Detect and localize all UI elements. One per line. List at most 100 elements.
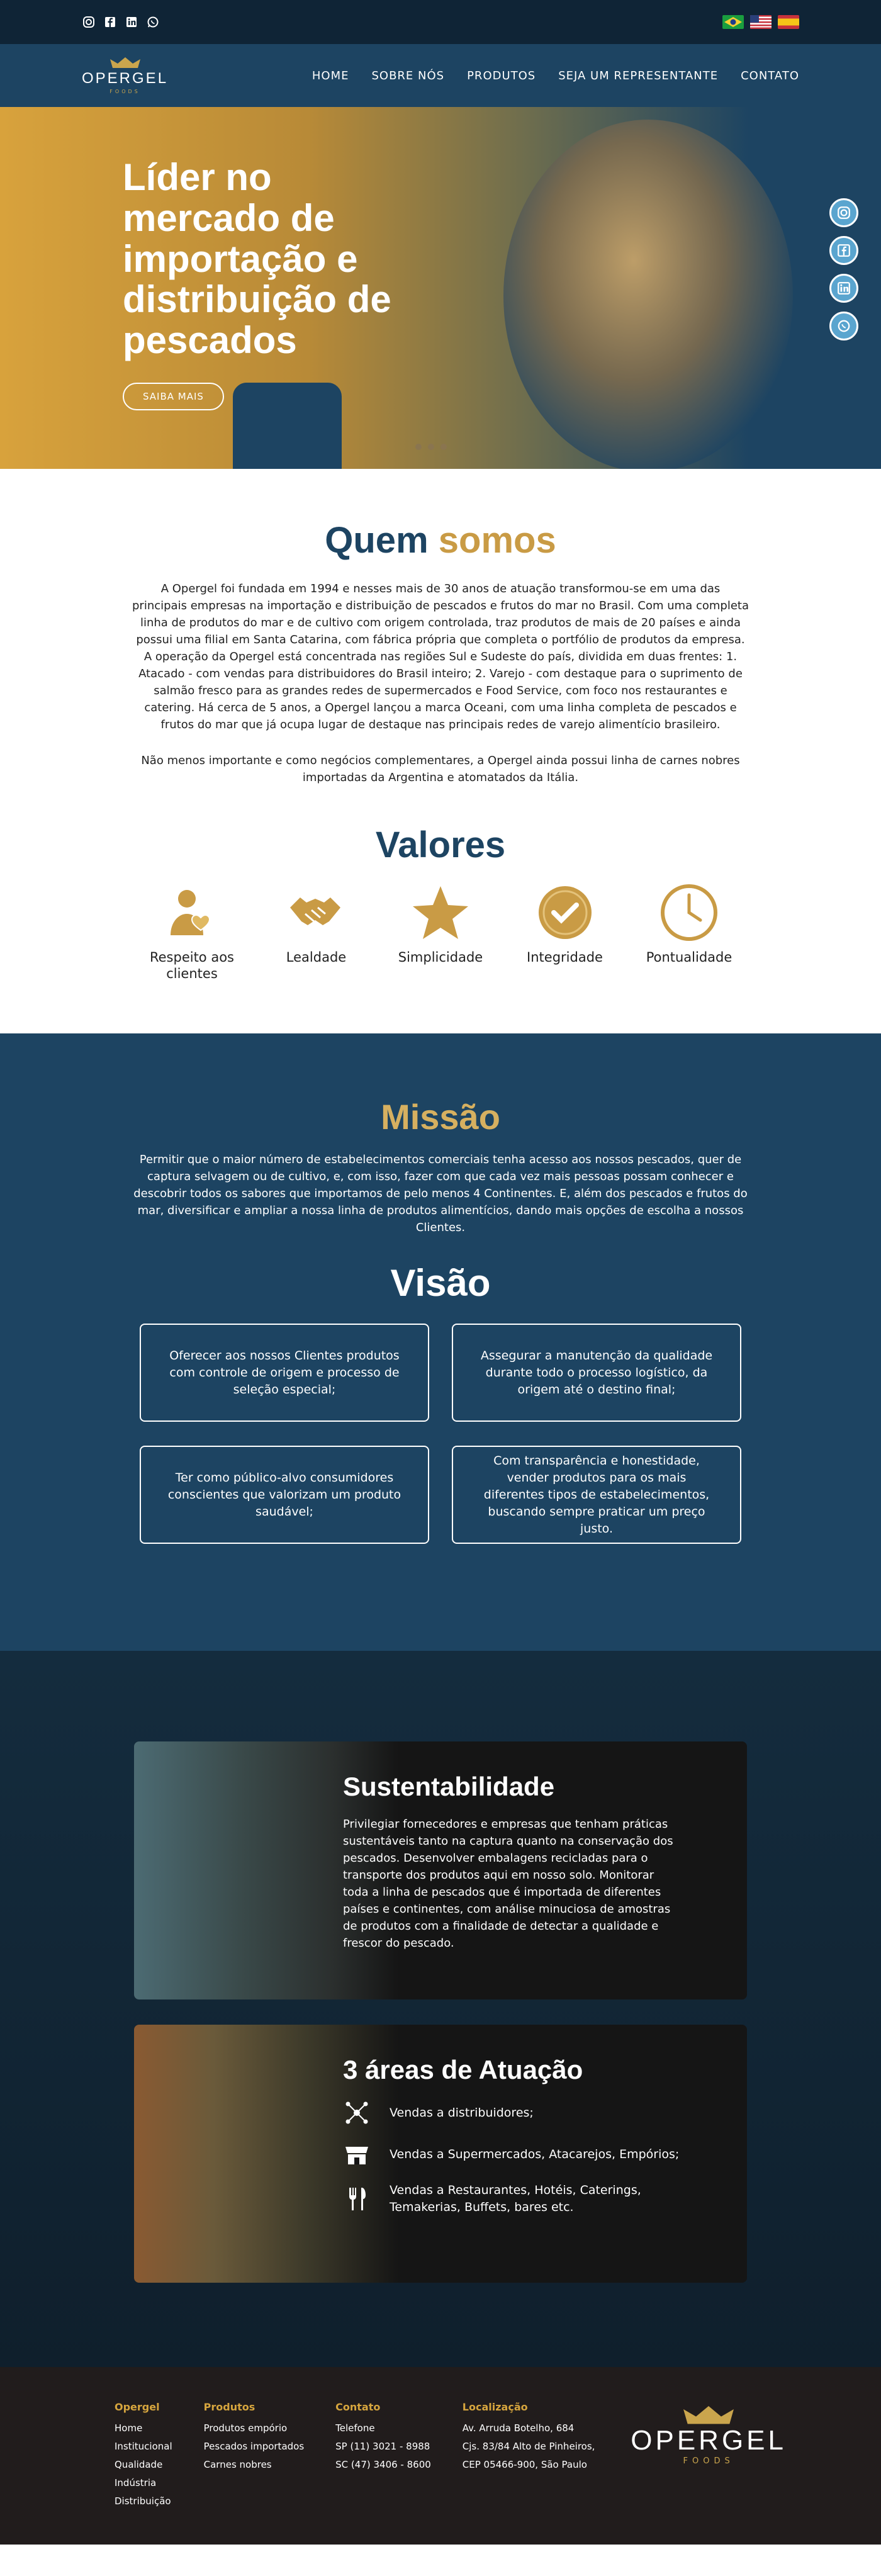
footer-logo[interactable]: OPERGEL FOODS — [631, 2406, 787, 2466]
nav-sobre-nos[interactable]: SOBRE NÓS — [371, 69, 444, 82]
footer-col-title: Produtos — [203, 2401, 255, 2413]
footer-link-distribuicao[interactable]: Distribuição — [115, 2492, 172, 2511]
footer-col-localizacao: Localização Av. Arruda Botelho, 684 Cjs.… — [463, 2401, 595, 2545]
logo-text: OPERGEL — [82, 69, 169, 87]
hero-photo — [503, 120, 793, 469]
mission-section: Missão Permitir que o maior número de es… — [0, 1033, 881, 1651]
areas-title: 3 áreas de Atuação — [343, 2055, 583, 2084]
brand-logo[interactable]: OPERGEL FOODS — [82, 57, 168, 94]
area-item: Vendas a Restaurantes, Hotéis, Caterings… — [343, 2182, 683, 2216]
sustainability-text: Privilegiar fornecedores e empresas que … — [343, 1818, 673, 1950]
footer-link-carnes[interactable]: Carnes nobres — [204, 2456, 305, 2474]
footer-phone-sc[interactable]: SC (47) 3406 - 8600 — [335, 2456, 431, 2474]
saiba-mais-button[interactable]: SAIBA MAIS — [123, 382, 224, 410]
footer-link-industria[interactable]: Indústria — [115, 2474, 172, 2492]
nav-representante[interactable]: SEJA UM REPRESENTANTE — [558, 69, 718, 82]
footer-col-contato: Contato Telefone SP (11) 3021 - 8988 SC … — [335, 2401, 431, 2545]
footer-col-title: Opergel — [115, 2401, 160, 2413]
star-icon — [410, 882, 471, 943]
footer-col-produtos: Produtos Produtos empório Pescados impor… — [204, 2401, 305, 2545]
nav-contato[interactable]: CONTATO — [741, 69, 799, 82]
mission-text: Permitir que o maior número de estabelec… — [133, 1153, 748, 1234]
footer-logo-subtitle: FOODS — [683, 2456, 734, 2466]
area-item: Vendas a distribuidores; — [343, 2099, 683, 2127]
footer-col-title: Localização — [462, 2401, 528, 2413]
carousel-dot[interactable] — [441, 444, 447, 450]
area-item: Vendas a Supermercados, Atacarejos, Empó… — [343, 2140, 683, 2168]
whatsapp-icon[interactable] — [829, 312, 858, 340]
areas-card: 3 áreas de Atuação Vendas a distribuidor… — [134, 2025, 747, 2283]
footer-link-qualidade[interactable]: Qualidade — [115, 2456, 172, 2474]
handshake-icon — [286, 882, 347, 943]
spain-flag[interactable] — [778, 15, 799, 29]
carousel-dot[interactable] — [415, 444, 422, 450]
sustainability-card: Sustentabilidade Privilegiar fornecedore… — [134, 1741, 747, 1999]
area-text: Vendas a Supermercados, Atacarejos, Empó… — [390, 2147, 680, 2161]
footer-link-pescados[interactable]: Pescados importados — [204, 2438, 305, 2456]
value-item: Integridade — [518, 882, 612, 982]
crown-icon — [683, 2406, 734, 2424]
value-item: Respeito aos clientes — [145, 882, 239, 982]
footer-link-home[interactable]: Home — [115, 2419, 172, 2438]
social-links — [82, 15, 160, 29]
about-section: Quem somos A Opergel foi fundada em 1994… — [0, 469, 881, 982]
main-navbar: OPERGEL FOODS HOME SOBRE NÓS PRODUTOS SE… — [0, 44, 881, 107]
facebook-icon[interactable] — [103, 15, 117, 29]
about-title-somos: somos — [438, 520, 556, 561]
about-paragraph-2: Não menos importante e como negócios com… — [141, 754, 740, 784]
whatsapp-icon[interactable] — [146, 15, 160, 29]
vision-grid: Oferecer aos nossos Clientes produtos co… — [140, 1324, 741, 1544]
value-item: Pontualidade — [642, 882, 736, 982]
footer-address-line: CEP 05466-900, São Paulo — [462, 2459, 587, 2470]
footer-col-opergel: Opergel Home Institucional Qualidade Ind… — [115, 2401, 172, 2545]
areas-content: 3 áreas de Atuação Vendas a distribuidor… — [343, 2055, 683, 2216]
value-label: Simplicidade — [398, 950, 483, 965]
footer-col-title: Contato — [335, 2401, 381, 2413]
value-label: Lealdade — [286, 950, 347, 965]
sustainability-title: Sustentabilidade — [343, 1772, 555, 1801]
features-section: Sustentabilidade Privilegiar fornecedore… — [0, 1651, 881, 2367]
area-text: Vendas a distribuidores; — [390, 2105, 534, 2120]
top-bar — [0, 0, 881, 44]
store-icon — [343, 2140, 371, 2168]
entre-em-contato-button[interactable]: ENTRE EM CONTATO — [232, 382, 342, 469]
footer-address-line: Av. Arruda Botelho, 684 — [462, 2422, 575, 2434]
footer-address-line: Cjs. 83/84 Alto de Pinheiros, — [462, 2441, 595, 2452]
area-text: Vendas a Restaurantes, Hotéis, Caterings… — [390, 2183, 641, 2214]
vision-item: Ter como público-alvo consumidores consc… — [140, 1446, 429, 1544]
vision-title: Visão — [390, 1262, 491, 1304]
values-title: Valores — [375, 824, 506, 865]
about-paragraph-1: A Opergel foi fundada em 1994 e nesses m… — [132, 582, 749, 731]
linkedin-icon[interactable] — [829, 274, 858, 303]
instagram-icon[interactable] — [82, 15, 96, 29]
values-list: Respeito aos clientes Lealdade Simplicid… — [132, 882, 749, 982]
footer-phone-sp[interactable]: SP (11) 3021 - 8988 — [335, 2438, 431, 2456]
footer-link-emporio[interactable]: Produtos empório — [204, 2419, 305, 2438]
floating-social-links — [829, 198, 858, 340]
carousel-dot[interactable] — [428, 444, 434, 450]
instagram-icon[interactable] — [829, 198, 858, 227]
about-title: Quem somos — [132, 519, 749, 561]
check-circle-icon — [535, 882, 595, 943]
footer-link-institucional[interactable]: Institucional — [115, 2438, 172, 2456]
main-nav: HOME SOBRE NÓS PRODUTOS SEJA UM REPRESEN… — [312, 69, 799, 82]
nav-home[interactable]: HOME — [312, 69, 349, 82]
brazil-flag[interactable] — [722, 15, 744, 29]
logo-subtitle: FOODS — [109, 88, 140, 94]
hero-title: Líder no mercado de importação e distrib… — [123, 156, 391, 362]
language-flags — [722, 15, 799, 29]
hero-buttons: SAIBA MAIS ENTRE EM CONTATO — [123, 382, 425, 469]
value-label: Pontualidade — [646, 950, 732, 965]
usa-flag[interactable] — [750, 15, 772, 29]
site-footer: Opergel Home Institucional Qualidade Ind… — [0, 2367, 881, 2545]
facebook-icon[interactable] — [829, 236, 858, 265]
value-item: Lealdade — [269, 882, 364, 982]
clock-icon — [659, 882, 719, 943]
cutlery-icon — [343, 2185, 371, 2213]
nav-produtos[interactable]: PRODUTOS — [467, 69, 536, 82]
hero-content: Líder no mercado de importação e distrib… — [123, 157, 425, 469]
carousel-dots — [415, 444, 447, 450]
value-label: Respeito aos clientes — [149, 950, 234, 981]
network-icon — [343, 2099, 371, 2127]
linkedin-icon[interactable] — [125, 15, 138, 29]
